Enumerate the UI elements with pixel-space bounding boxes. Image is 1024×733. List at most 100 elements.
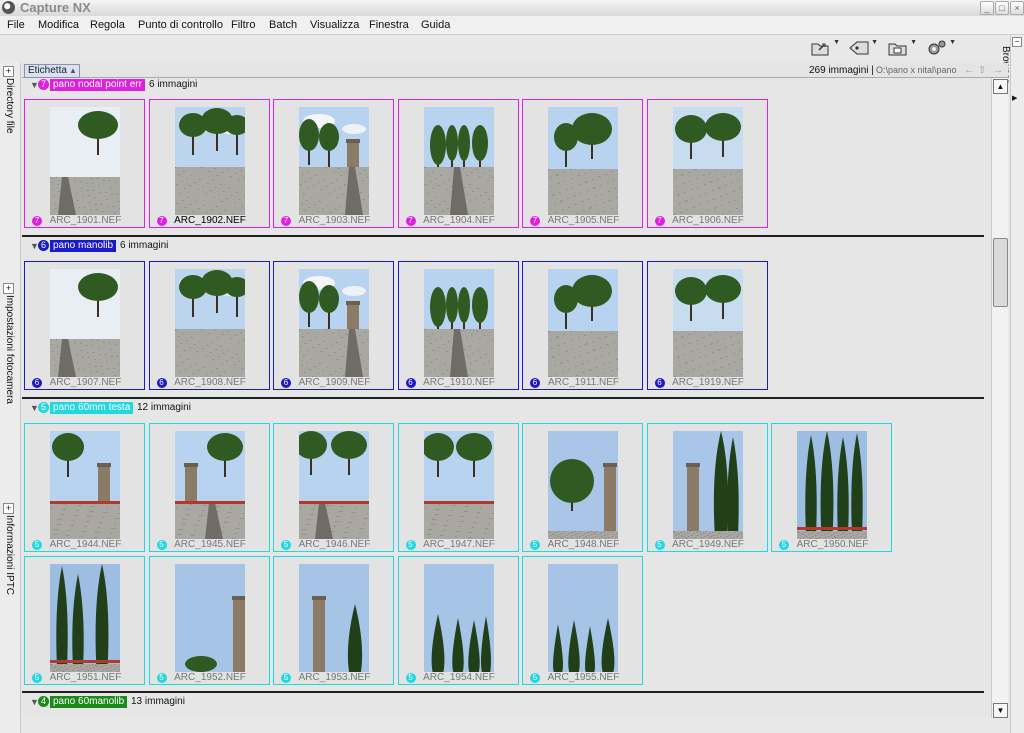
thumbnail-cell[interactable]: 7 ARC_1906.NEF [646,99,768,228]
thumbnail-cell[interactable]: 5 ARC_1955.NEF [522,556,643,685]
panel-arrow-icon[interactable]: ▶ [1012,94,1017,102]
photo-thumbnail[interactable] [174,269,245,377]
collapse-minus-icon[interactable]: − [1012,37,1022,47]
label-tag-icon[interactable]: ▼ [848,39,878,59]
photo-thumbnail[interactable] [423,431,494,539]
thumbnail-cell[interactable]: 7 ARC_1905.NEF [522,99,643,228]
thumbnail-cell[interactable]: 5 ARC_1950.NEF [771,423,892,552]
file-name: ARC_1946.NEF [298,539,371,550]
file-name: ARC_1909.NEF [298,377,371,388]
photo-thumbnail[interactable] [299,564,369,672]
scroll-up-button[interactable]: ▲ [993,79,1008,94]
photo-thumbnail[interactable] [423,564,494,672]
menu-file[interactable]: File [7,18,25,32]
file-name: ARC_1901.NEF [49,215,122,226]
photo-thumbnail[interactable] [299,431,369,539]
nav-forward-icon[interactable]: → [993,64,1003,77]
scroll-thumb[interactable] [993,238,1008,307]
expand-plus-icon[interactable]: + [3,283,14,294]
photo-thumbnail[interactable] [548,564,618,672]
file-name: ARC_1954.NEF [423,672,495,683]
thumbnail-cell[interactable]: 5 ARC_1944.NEF [24,423,145,552]
photo-thumbnail[interactable] [423,269,494,377]
photo-thumbnail[interactable] [548,431,618,539]
photo-thumbnail[interactable] [548,269,618,377]
panel-tab-directory-file[interactable]: + Directory file [1,66,17,266]
thumbnail-cell[interactable]: 5 ARC_1947.NEF [397,423,519,552]
menu-visualizza[interactable]: Visualizza [310,18,359,32]
thumbnail-cell[interactable]: 7 ARC_1901.NEF [24,99,145,228]
thumbnail-cell[interactable]: 6 ARC_1910.NEF [397,261,519,390]
menu-guida[interactable]: Guida [421,18,450,32]
thumbnail-cell[interactable]: 7 ARC_1903.NEF [273,99,394,228]
thumbnail-cell[interactable]: 5 ARC_1948.NEF [522,423,643,552]
photo-thumbnail[interactable] [299,107,369,215]
photo-thumbnail[interactable] [548,107,618,215]
menu-modifica[interactable]: Modifica [38,18,79,32]
window-title: Capture NX [20,0,91,15]
photo-thumbnail[interactable] [672,269,743,377]
photo-thumbnail[interactable] [672,431,743,539]
menu-regola[interactable]: Regola [90,18,125,32]
photo-thumbnail[interactable] [50,431,120,539]
thumbnail-cell[interactable]: 6 ARC_1911.NEF [522,261,643,390]
expand-plus-icon[interactable]: + [3,66,14,77]
expand-plus-icon[interactable]: + [3,503,14,514]
menu-batch[interactable]: Batch [269,18,297,32]
thumbnail-cell[interactable]: 7 ARC_1902.NEF [148,99,270,228]
file-name: ARC_1908.NEF [174,377,246,388]
photo-thumbnail[interactable] [299,269,369,377]
menu-punto-di-controllo[interactable]: Punto di controllo [138,18,223,32]
group-header-g7[interactable]: ▼ 7 pano nodal point err 6 immagini [22,78,984,92]
thumbnail-cell[interactable]: 6 ARC_1909.NEF [273,261,394,390]
thumbnail-cell[interactable]: 5 ARC_1946.NEF [273,423,394,552]
image-count: 269 immagini | [809,65,874,76]
photo-thumbnail[interactable] [50,107,120,215]
file-name: ARC_1904.NEF [423,215,495,226]
thumbnail-grid: ▼ 7 pano nodal point err 6 immagini 7 ARC_190… [22,78,991,718]
maximize-button[interactable]: □ [995,1,1009,15]
status-bar [22,718,1008,733]
browse-folder-icon[interactable]: ▼ [887,39,917,59]
thumbnail-cell[interactable]: 5 ARC_1954.NEF [397,556,519,685]
settings-gears-icon[interactable]: ▼ [926,39,956,59]
sort-ascending-icon[interactable]: ▲ [69,64,77,77]
thumbnail-cell[interactable]: 5 ARC_1951.NEF [24,556,145,685]
thumbnail-cell[interactable]: 5 ARC_1953.NEF [273,556,394,685]
minimize-button[interactable]: _ [980,1,994,15]
thumbnail-cell[interactable]: 6 ARC_1907.NEF [24,261,145,390]
group-header-g5[interactable]: ▼ 5 pano 60mm testa 12 immagini [22,401,984,415]
file-name: ARC_1902.NEF [174,215,246,226]
thumbnail-cell[interactable]: 5 ARC_1952.NEF [148,556,270,685]
photo-thumbnail[interactable] [174,107,245,215]
thumbnail-cell[interactable]: 6 ARC_1908.NEF [148,261,270,390]
panel-tab-impostazioni-fotocamera[interactable]: + Impostazioni fotocamera [1,283,17,483]
scroll-down-button[interactable]: ▼ [993,703,1008,718]
menu-finestra[interactable]: Finestra [369,18,409,32]
photo-thumbnail[interactable] [50,269,120,377]
close-button[interactable]: × [1010,1,1024,15]
group-header-g6[interactable]: ▼ 6 pano manolib 6 immagini [22,239,984,253]
file-name: ARC_1919.NEF [672,377,744,388]
photo-thumbnail[interactable] [174,564,245,672]
thumbnail-cell[interactable]: 7 ARC_1904.NEF [397,99,519,228]
group-header-g4[interactable]: ▼ 4 pano 60manolib 13 immagini [22,695,984,709]
thumbnail-cell[interactable]: 5 ARC_1949.NEF [646,423,768,552]
panel-tab-label: Informazioni IPTC [4,515,15,596]
photo-thumbnail[interactable] [423,107,494,215]
photo-thumbnail[interactable] [797,431,867,539]
sort-label[interactable]: Etichetta [28,64,67,77]
nav-back-icon[interactable]: ← [964,64,974,77]
photo-thumbnail[interactable] [174,431,245,539]
open-folder-icon[interactable]: ▼ [810,39,840,59]
thumbnail-cell[interactable]: 6 ARC_1919.NEF [646,261,768,390]
vertical-scrollbar[interactable]: ▲ ▼ [991,78,1008,718]
app-logo-icon [2,1,15,14]
menu-filtro[interactable]: Filtro [231,18,255,32]
label-name: pano 60mm testa [50,402,134,414]
panel-tab-informazioni-iptc[interactable]: + Informazioni IPTC [1,503,17,703]
nav-up-icon[interactable]: ⇧ [978,64,986,77]
photo-thumbnail[interactable] [50,564,120,672]
photo-thumbnail[interactable] [672,107,743,215]
thumbnail-cell[interactable]: 5 ARC_1945.NEF [148,423,270,552]
